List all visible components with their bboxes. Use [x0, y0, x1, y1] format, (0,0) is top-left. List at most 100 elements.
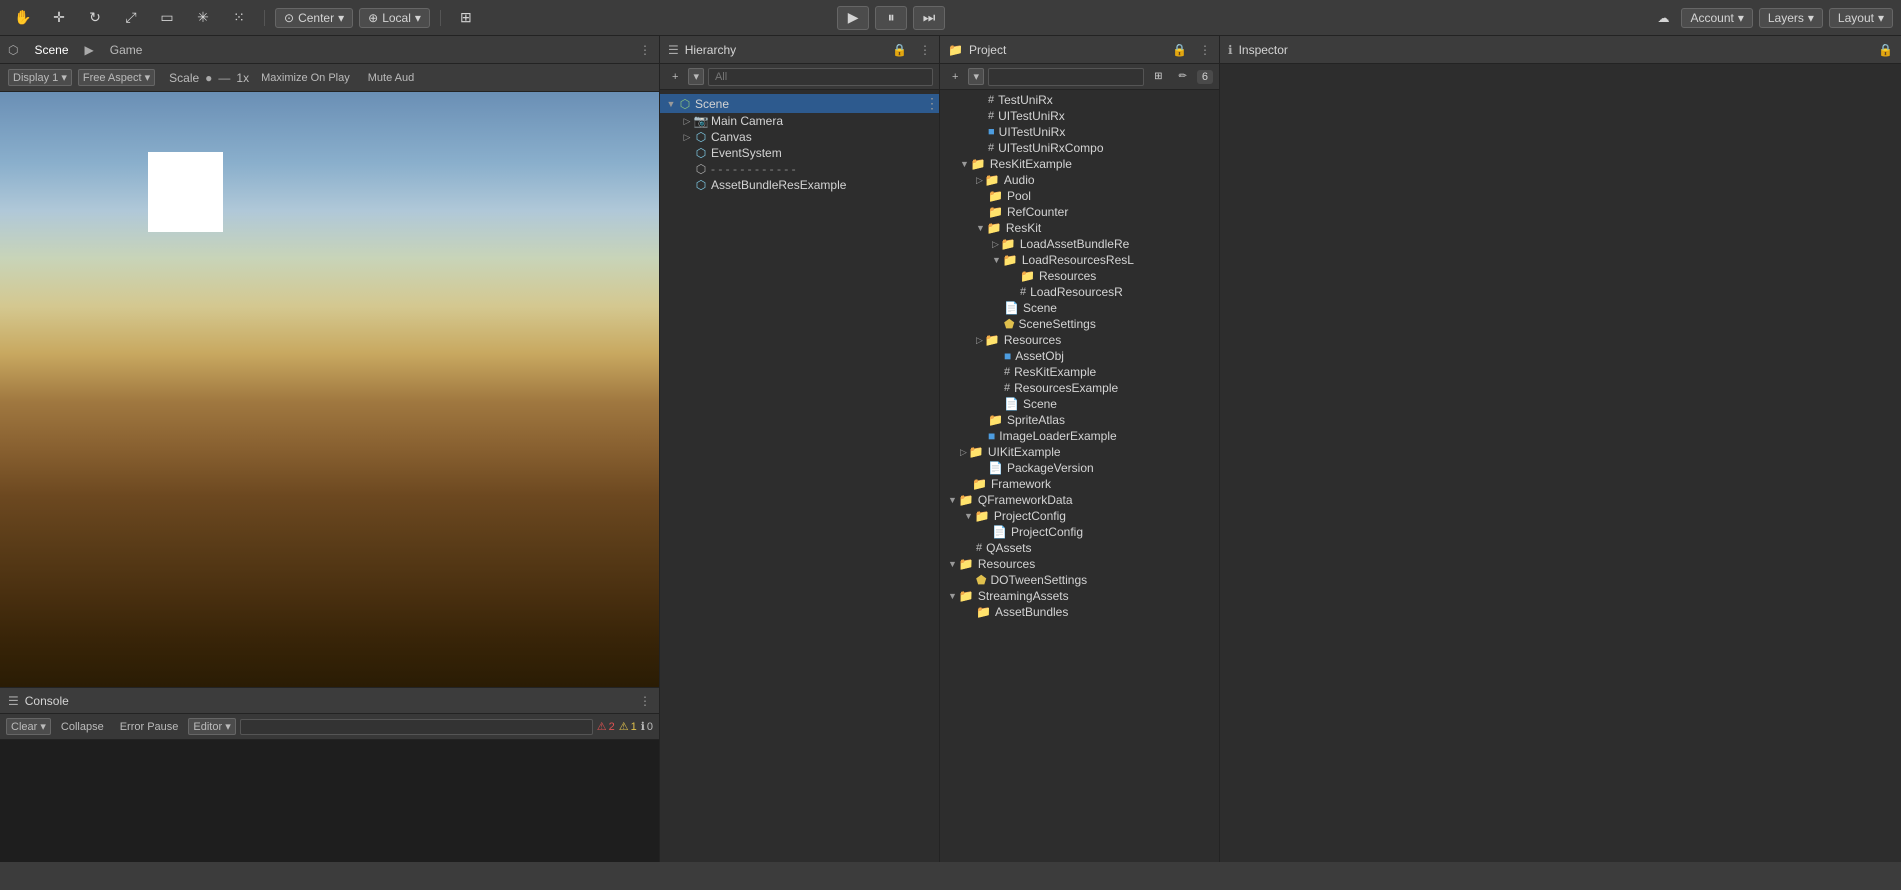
editor-dropdown[interactable]: Editor ▾ [188, 718, 235, 735]
move-tool-btn[interactable]: ✛ [44, 7, 74, 29]
layers-arrow: ▾ [1808, 11, 1814, 25]
project-filter-btn[interactable]: ⊞ [1148, 69, 1168, 84]
error-pause-btn[interactable]: Error Pause [114, 719, 185, 735]
display-dropdown[interactable]: Display 1 ▾ [8, 69, 72, 86]
proj-item-reskitexample[interactable]: ▼ 📁 ResKitExample [940, 156, 1219, 172]
inspector-lock-icon[interactable]: 🔒 [1878, 43, 1893, 57]
tree-item-assetbundle[interactable]: ⬡ AssetBundleResExample [660, 177, 939, 193]
proj-item-qassets[interactable]: # QAssets [940, 540, 1219, 556]
rotate-tool-btn[interactable]: ↻ [80, 7, 110, 29]
project-add-dropdown[interactable]: ▾ [968, 68, 984, 85]
tree-item-canvas[interactable]: ▷ ⬡ Canvas [660, 129, 939, 145]
proj-item-streamingassets[interactable]: ▼ 📁 StreamingAssets [940, 588, 1219, 604]
hand-tool-btn[interactable]: ✋ [8, 7, 38, 29]
proj-item-spriteatlas[interactable]: 📁 SpriteAtlas [940, 412, 1219, 428]
proj-item-loadresourcesresl[interactable]: ▼ 📁 LoadResourcesResL [940, 252, 1219, 268]
packageversion-label: PackageVersion [1007, 461, 1094, 475]
account-dropdown[interactable]: Account ▾ [1681, 8, 1752, 28]
mute-audio-btn[interactable]: Mute Aud [362, 70, 420, 86]
console-panel: ☰ Console ⋮ Clear ▾ Collapse Error Pause… [0, 687, 659, 862]
pivot-center-btn[interactable]: ⊙ Center ▾ [275, 8, 353, 28]
clear-dropdown[interactable]: Clear ▾ [6, 718, 51, 735]
proj-item-scene2[interactable]: 📄 Scene [940, 396, 1219, 412]
scene-context-btn[interactable]: ⋮ [925, 95, 939, 112]
custom-tool-btn[interactable]: ⁙ [224, 7, 254, 29]
proj-item-refcounter[interactable]: 📁 RefCounter [940, 204, 1219, 220]
proj-item-uitestunirxcompo[interactable]: # UITestUniRxCompo [940, 140, 1219, 156]
proj-item-assetbundles[interactable]: 📁 AssetBundles [940, 604, 1219, 620]
project-lock-icon[interactable]: 🔒 [1172, 43, 1187, 57]
project-menu-icon[interactable]: ⋮ [1199, 43, 1211, 57]
proj-item-uitestunirx1[interactable]: # UITestUniRx [940, 108, 1219, 124]
tree-item-eventsystem[interactable]: ⬡ EventSystem [660, 145, 939, 161]
proj-item-resources2[interactable]: ▷ 📁 Resources [940, 332, 1219, 348]
proj-item-qframeworkdata[interactable]: ▼ 📁 QFrameworkData [940, 492, 1219, 508]
project-search-input[interactable] [988, 68, 1144, 86]
game-tab[interactable]: Game [102, 41, 151, 59]
proj-item-resources3[interactable]: ▼ 📁 Resources [940, 556, 1219, 572]
scene-tab[interactable]: Scene [26, 41, 76, 59]
pivot-center-label: Center [298, 11, 334, 25]
hierarchy-lock-icon[interactable]: 🔒 [892, 43, 907, 57]
scale-tool-btn[interactable]: ⤢ [116, 7, 146, 29]
proj-item-framework[interactable]: 📁 Framework [940, 476, 1219, 492]
pivot-local-arrow: ▾ [415, 11, 421, 25]
hierarchy-add-btn[interactable]: + [666, 69, 684, 85]
hierarchy-menu-icon[interactable]: ⋮ [919, 43, 931, 57]
testunirx-icon: # [988, 94, 994, 106]
streamingassets-arrow: ▼ [948, 591, 957, 601]
proj-item-imageloaderexample[interactable]: ■ ImageLoaderExample [940, 428, 1219, 444]
maximize-on-play-btn[interactable]: Maximize On Play [255, 70, 356, 86]
loadassetbundlere-arrow: ▷ [992, 239, 999, 250]
proj-item-reskitexample2[interactable]: # ResKitExample [940, 364, 1219, 380]
scene-panel-menu-icon[interactable]: ⋮ [639, 43, 651, 57]
proj-item-assetobj[interactable]: ■ AssetObj [940, 348, 1219, 364]
reskit-arrow: ▼ [976, 223, 985, 233]
uikitexample-arrow: ▷ [960, 447, 967, 458]
proj-item-projectconfig-folder[interactable]: ▼ 📁 ProjectConfig [940, 508, 1219, 524]
pause-button[interactable]: ⏸ [875, 6, 907, 30]
tree-item-main-camera[interactable]: ▷ 📷 Main Camera [660, 113, 939, 129]
proj-item-resourcesexample[interactable]: # ResourcesExample [940, 380, 1219, 396]
layers-dropdown[interactable]: Layers ▾ [1759, 8, 1823, 28]
proj-item-projectconfig-file[interactable]: 📄 ProjectConfig [940, 524, 1219, 540]
aspect-dropdown[interactable]: Free Aspect ▾ [78, 69, 155, 86]
hierarchy-add-dropdown[interactable]: ▾ [688, 68, 704, 85]
transform-tool-btn[interactable]: ✳ [188, 7, 218, 29]
cloud-btn[interactable]: ☁ [1651, 9, 1675, 27]
proj-item-dotweensettings[interactable]: ⬟ DOTweenSettings [940, 572, 1219, 588]
grid-tool-btn[interactable]: ⊞ [451, 7, 481, 29]
proj-item-pool[interactable]: 📁 Pool [940, 188, 1219, 204]
proj-item-resources-sub[interactable]: 📁 Resources [940, 268, 1219, 284]
scene-tab-label: Scene [34, 43, 68, 57]
proj-item-reskit[interactable]: ▼ 📁 ResKit [940, 220, 1219, 236]
error-count: 2 [609, 721, 615, 733]
proj-item-loadassetbundlere[interactable]: ▷ 📁 LoadAssetBundleRe [940, 236, 1219, 252]
aspect-label: Free Aspect [83, 72, 142, 84]
rect-tool-btn[interactable]: ▭ [152, 7, 182, 29]
proj-item-scenesettings[interactable]: ⬟ SceneSettings [940, 316, 1219, 332]
proj-item-uitestunirx2[interactable]: ■ UITestUniRx [940, 124, 1219, 140]
proj-item-packageversion[interactable]: 📄 PackageVersion [940, 460, 1219, 476]
assetbundles-icon: 📁 [976, 605, 991, 619]
tree-item-scene[interactable]: ▼ ⬡ Scene ⋮ [660, 94, 939, 113]
scale-dot: ● [205, 71, 212, 85]
pivot-local-btn[interactable]: ⊕ Local ▾ [359, 8, 430, 28]
console-search-input[interactable] [240, 719, 593, 735]
play-button[interactable]: ▶ [837, 6, 869, 30]
proj-item-scene-sub[interactable]: 📄 Scene [940, 300, 1219, 316]
project-view-btn[interactable]: ✏ [1172, 69, 1192, 84]
hierarchy-search-input[interactable] [708, 68, 933, 86]
proj-item-uikitexample[interactable]: ▷ 📁 UIKitExample [940, 444, 1219, 460]
console-menu-icon[interactable]: ⋮ [639, 694, 651, 708]
testunirx-label: TestUniRx [998, 93, 1053, 107]
layers-label: Layers [1768, 11, 1804, 25]
proj-item-testunirx[interactable]: # TestUniRx [940, 92, 1219, 108]
step-button[interactable]: ⏭ [913, 6, 945, 30]
project-add-btn[interactable]: + [946, 69, 964, 85]
tree-item-divider[interactable]: ⬡ - - - - - - - - - - - - [660, 161, 939, 177]
proj-item-loadresourcesr[interactable]: # LoadResourcesR [940, 284, 1219, 300]
layout-dropdown[interactable]: Layout ▾ [1829, 8, 1893, 28]
proj-item-audio[interactable]: ▷ 📁 Audio [940, 172, 1219, 188]
collapse-btn[interactable]: Collapse [55, 719, 110, 735]
